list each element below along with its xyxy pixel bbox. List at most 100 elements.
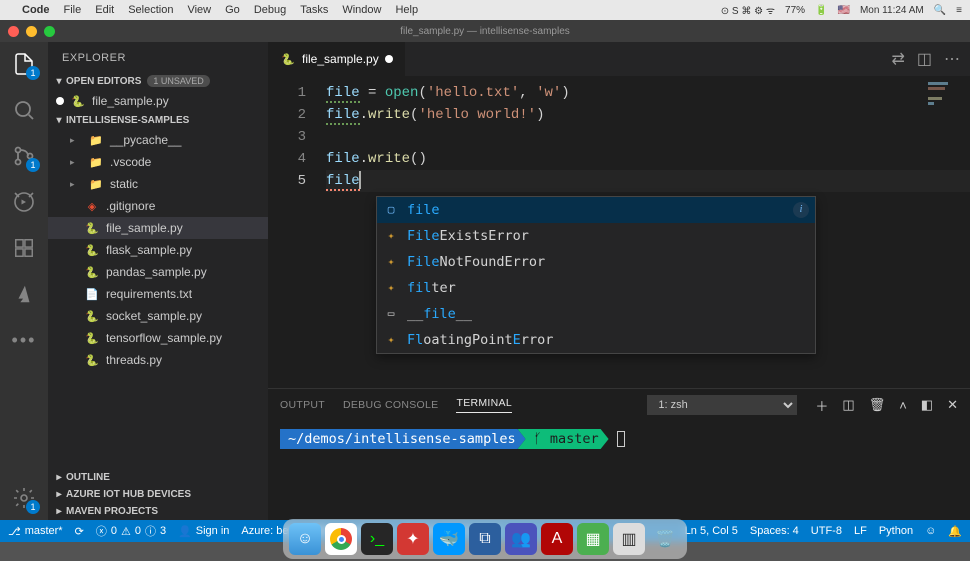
menu-tasks[interactable]: Tasks [300, 4, 328, 16]
dock-chrome[interactable] [325, 523, 357, 555]
activity-more[interactable]: ••• [10, 326, 38, 354]
menu-edit[interactable]: Edit [95, 4, 114, 16]
minimize-window-button[interactable] [26, 26, 37, 37]
suggest-item-floatingpointerror[interactable]: ✦ FloatingPointError [377, 327, 815, 353]
intellisense-popup[interactable]: ▢ file i ✦ FileExistsError ✦ FileNotFoun… [376, 196, 816, 354]
status-signin[interactable]: 👤 Sign in [178, 525, 229, 538]
menu-debug[interactable]: Debug [254, 4, 286, 16]
new-terminal-button[interactable]: ＋ [815, 396, 828, 415]
activity-settings[interactable]: 1 [10, 484, 38, 512]
section-label: AZURE IOT HUB DEVICES [66, 489, 191, 500]
suggest-item-file[interactable]: ▢ file i [377, 197, 815, 223]
panel-tab-output[interactable]: OUTPUT [280, 399, 325, 411]
info-icon[interactable]: i [793, 202, 809, 218]
activity-azure[interactable] [10, 280, 38, 308]
panel-tab-debug-console[interactable]: DEBUG CONSOLE [343, 399, 439, 411]
activity-search[interactable] [10, 96, 38, 124]
file-requirements[interactable]: 📄 requirements.txt [48, 283, 268, 305]
open-editor-item[interactable]: 🐍 file_sample.py [48, 90, 268, 112]
maximize-panel-button[interactable]: ˄ [899, 398, 907, 413]
maximize-window-button[interactable] [44, 26, 55, 37]
suggest-item-filenotfounderror[interactable]: ✦ FileNotFoundError [377, 249, 815, 275]
close-panel-button[interactable]: ✕ [947, 397, 958, 413]
compare-icon[interactable]: ⇄ [891, 49, 904, 69]
activity-scm[interactable]: 1 [10, 142, 38, 170]
status-notification[interactable]: 🔔 [948, 525, 962, 538]
panel-tab-terminal[interactable]: TERMINAL [456, 397, 512, 413]
file-socket-sample[interactable]: 🐍 socket_sample.py [48, 305, 268, 327]
menu-window[interactable]: Window [342, 4, 381, 16]
menu-selection[interactable]: Selection [128, 4, 173, 16]
status-eol[interactable]: LF [854, 525, 867, 537]
code-content[interactable]: file = open('hello.txt', 'w') file.write… [326, 76, 970, 388]
status-ln-col[interactable]: Ln 5, Col 5 [685, 525, 738, 537]
dock-acrobat[interactable]: A [541, 523, 573, 555]
activity-debug[interactable] [10, 188, 38, 216]
dock-sheets[interactable]: ▦ [577, 523, 609, 555]
spotlight-icon[interactable]: 🔍 [934, 5, 946, 16]
section-open-editors[interactable]: ▾ OPEN EDITORS 1 UNSAVED [48, 72, 268, 90]
menu-app[interactable]: Code [22, 4, 50, 16]
status-spaces[interactable]: Spaces: 4 [750, 525, 799, 537]
file-flask-sample[interactable]: 🐍 flask_sample.py [48, 239, 268, 261]
suggest-item-dunder-file[interactable]: ▭ __file__ [377, 301, 815, 327]
status-icons[interactable]: ⊙ S ⌘ ⚙ ᯤ [721, 3, 775, 17]
dock-app-red[interactable]: ✦ [397, 523, 429, 555]
status-sync[interactable]: ⟳ [75, 525, 84, 538]
split-editor-icon[interactable]: ◫ [917, 49, 932, 69]
suggest-item-filter[interactable]: ✦ filter [377, 275, 815, 301]
section-maven[interactable]: ▸ MAVEN PROJECTS [48, 503, 268, 520]
terminal[interactable]: ~/demos/intellisense-samplesᚶ master [268, 421, 970, 520]
tab-file-sample[interactable]: 🐍 file_sample.py [268, 42, 406, 76]
dock-teams[interactable]: 👥 [505, 523, 537, 555]
section-workspace[interactable]: ▾ INTELLISENSE-SAMPLES [48, 112, 268, 129]
code-editor[interactable]: 1 2 3 4 5 file = open('hello.txt', 'w') … [268, 76, 970, 388]
status-problems[interactable]: ⓧ 0 ⚠ 0 ⓘ 3 [96, 523, 166, 539]
dock-app-gray[interactable]: ▥ [613, 523, 645, 555]
terminal-selector[interactable]: 1: zsh [647, 395, 797, 415]
status-feedback[interactable]: ☺ [925, 525, 936, 537]
section-azure-iot[interactable]: ▸ AZURE IOT HUB DEVICES [48, 486, 268, 503]
scm-badge: 1 [26, 158, 40, 172]
menu-help[interactable]: Help [395, 4, 418, 16]
folder-name: __pycache__ [110, 133, 181, 147]
status-language[interactable]: Python [879, 525, 913, 537]
dock-trash[interactable]: 🗑️ [649, 523, 681, 555]
flag-icon[interactable]: 🇺🇸 [838, 5, 850, 16]
chevron-right-icon: ▸ [52, 472, 66, 483]
file-threads[interactable]: 🐍 threads.py [48, 349, 268, 371]
activity-extensions[interactable] [10, 234, 38, 262]
more-actions-icon[interactable]: ⋯ [944, 49, 960, 69]
activity-explorer[interactable]: 1 [10, 50, 38, 78]
file-gitignore[interactable]: ◈ .gitignore [48, 195, 268, 217]
menu-view[interactable]: View [187, 4, 211, 16]
split-terminal-button[interactable]: ◫ [842, 397, 854, 413]
clock[interactable]: Mon 11:24 AM [860, 5, 924, 16]
folder-static[interactable]: ▸ 📁 static [48, 173, 268, 195]
dock-docker[interactable]: 🐳 [433, 523, 465, 555]
folder-pycache[interactable]: ▸ 📁 __pycache__ [48, 129, 268, 151]
menu-file[interactable]: File [64, 4, 82, 16]
open-editor-filename: file_sample.py [92, 94, 169, 108]
status-encoding[interactable]: UTF-8 [811, 525, 842, 537]
macos-dock[interactable]: ☺ ›_ ✦ 🐳 ⧉ 👥 A ▦ ▥ 🗑️ [283, 519, 687, 559]
status-branch[interactable]: ⎇ master* [8, 525, 63, 538]
menubar-menu-icon[interactable]: ≡ [956, 5, 962, 16]
folder-name: .vscode [110, 155, 151, 169]
file-tensorflow-sample[interactable]: 🐍 tensorflow_sample.py [48, 327, 268, 349]
dock-terminal[interactable]: ›_ [361, 523, 393, 555]
minimap[interactable] [928, 82, 956, 142]
close-window-button[interactable] [8, 26, 19, 37]
kill-terminal-button[interactable]: 🗑 [869, 397, 886, 413]
file-file-sample[interactable]: 🐍 file_sample.py [48, 217, 268, 239]
suggest-item-fileexistserror[interactable]: ✦ FileExistsError [377, 223, 815, 249]
panel-position-button[interactable]: ◧ [921, 397, 933, 413]
section-outline[interactable]: ▸ OUTLINE [48, 469, 268, 486]
folder-vscode[interactable]: ▸ 📁 .vscode [48, 151, 268, 173]
dock-finder[interactable]: ☺ [289, 523, 321, 555]
menu-go[interactable]: Go [225, 4, 240, 16]
text-cursor [359, 171, 361, 189]
dock-vscode[interactable]: ⧉ [469, 523, 501, 555]
battery-percent[interactable]: 77% [785, 5, 805, 16]
file-pandas-sample[interactable]: 🐍 pandas_sample.py [48, 261, 268, 283]
